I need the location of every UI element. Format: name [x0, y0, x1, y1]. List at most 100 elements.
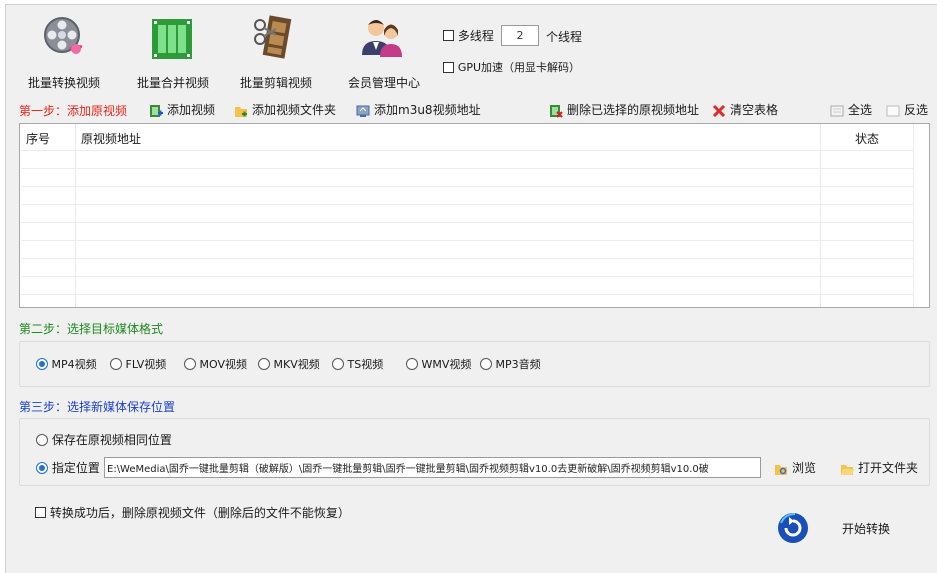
member-center-label: 会员管理中心 — [347, 76, 420, 90]
format-label-mkv: MKV视频 — [273, 358, 320, 371]
format-radio-mp4[interactable] — [36, 358, 48, 370]
add-folder-label: 添加视频文件夹 — [252, 103, 337, 117]
browse-button[interactable]: 浏览 — [774, 459, 816, 476]
folder-open-icon — [840, 462, 854, 476]
table-header-status[interactable]: 状态 — [855, 130, 879, 147]
save-location-group: 保存在原视频相同位置 指定位置 浏览 打开文件夹 — [19, 418, 930, 486]
add-video-icon — [149, 104, 163, 118]
format-label-flv: FLV视频 — [125, 358, 167, 371]
gpu-checkbox[interactable] — [443, 61, 454, 73]
close-icon — [712, 104, 726, 118]
format-radio-flv[interactable] — [110, 358, 122, 370]
table-row — [21, 294, 913, 295]
film-scissors-icon — [254, 15, 292, 59]
table-row — [21, 186, 913, 187]
format-option-ts[interactable]: TS视频 — [332, 356, 383, 372]
delete-video-icon — [549, 104, 563, 118]
format-label-mp3: MP3音频 — [495, 358, 541, 371]
format-label-wmv: WMV视频 — [421, 358, 472, 371]
open-folder-label: 打开文件夹 — [858, 461, 919, 475]
film-strip-icon — [152, 19, 192, 59]
add-m3u8-label: 添加m3u8视频地址 — [374, 103, 481, 117]
multithread-checkbox-row[interactable]: 多线程 — [443, 27, 494, 44]
table-header-index[interactable]: 序号 — [26, 130, 50, 147]
select-all-label: 全选 — [848, 103, 873, 117]
multithread-checkbox[interactable] — [443, 30, 454, 41]
browse-label: 浏览 — [792, 461, 817, 475]
open-folder-button[interactable]: 打开文件夹 — [840, 459, 918, 476]
add-folder-button[interactable]: 添加视频文件夹 — [234, 101, 336, 118]
delete-selected-label: 删除已选择的原视频地址 — [567, 103, 700, 117]
step3-title: 第三步：选择新媒体保存位置 — [19, 400, 176, 414]
format-option-mp3[interactable]: MP3音频 — [480, 356, 541, 372]
batch-edit-label: 批量剪辑视频 — [239, 76, 312, 90]
same-location-label: 保存在原视频相同位置 — [51, 433, 172, 447]
format-label-mp4: MP4视频 — [51, 358, 97, 371]
video-table[interactable]: 序号 原视频地址 状态 — [19, 123, 930, 308]
save-path-input[interactable] — [104, 457, 761, 478]
table-row — [21, 258, 913, 259]
format-option-mp4[interactable]: MP4视频 — [36, 356, 97, 372]
format-radio-wmv[interactable] — [406, 358, 418, 370]
invert-icon — [886, 104, 900, 118]
invert-selection-button[interactable]: 反选 — [886, 101, 928, 118]
gpu-label: GPU加速（用显卡解码） — [457, 61, 581, 74]
batch-convert-button[interactable]: 批量转换视频 — [26, 11, 102, 90]
table-row — [21, 204, 913, 205]
start-convert-label: 开始转换 — [842, 522, 891, 536]
table-row — [21, 240, 913, 241]
add-m3u8-button[interactable]: 添加m3u8视频地址 — [356, 101, 481, 118]
column-divider — [820, 124, 821, 307]
member-center-button[interactable]: 会员管理中心 — [344, 11, 424, 90]
format-option-wmv[interactable]: WMV视频 — [406, 356, 471, 372]
same-location-radio[interactable] — [36, 433, 48, 446]
format-option-mkv[interactable]: MKV视频 — [258, 356, 320, 372]
thread-count-input[interactable] — [501, 25, 539, 46]
invert-label: 反选 — [904, 103, 929, 117]
format-radio-mkv[interactable] — [258, 358, 270, 370]
format-label-mov: MOV视频 — [199, 358, 247, 371]
step2-title: 第二步：选择目标媒体格式 — [19, 322, 164, 336]
table-row — [21, 222, 913, 223]
table-row — [21, 150, 913, 151]
film-reel-icon — [44, 17, 83, 54]
table-row — [21, 276, 913, 277]
select-all-button[interactable]: 全选 — [830, 101, 872, 118]
format-label-ts: TS视频 — [347, 358, 384, 371]
custom-location-option[interactable]: 指定位置 — [36, 459, 100, 476]
format-radio-ts[interactable] — [332, 358, 344, 370]
format-radio-mov[interactable] — [184, 358, 196, 370]
delete-selected-button[interactable]: 删除已选择的原视频地址 — [549, 101, 699, 118]
custom-location-label: 指定位置 — [51, 461, 100, 475]
start-convert-button[interactable]: 开始转换 — [776, 511, 906, 547]
delete-after-checkbox[interactable] — [35, 507, 46, 518]
clear-table-label: 清空表格 — [730, 103, 779, 117]
refresh-icon — [778, 513, 808, 543]
batch-merge-label: 批量合并视频 — [136, 76, 209, 90]
users-icon — [362, 20, 402, 57]
step1-title: 第一步：添加原视频 — [19, 104, 128, 118]
link-icon — [356, 104, 370, 118]
format-option-flv[interactable]: FLV视频 — [110, 356, 166, 372]
format-option-mov[interactable]: MOV视频 — [184, 356, 247, 372]
thread-unit-label: 个线程 — [546, 30, 583, 44]
table-header-path[interactable]: 原视频地址 — [81, 130, 141, 147]
column-divider — [913, 124, 914, 307]
delete-after-row[interactable]: 转换成功后，删除原视频文件（删除后的文件不能恢复） — [35, 504, 350, 521]
add-video-label: 添加视频 — [167, 103, 216, 117]
clear-table-button[interactable]: 清空表格 — [712, 101, 778, 118]
folder-add-icon — [234, 104, 248, 118]
column-divider — [75, 124, 76, 307]
custom-location-radio[interactable] — [36, 461, 48, 474]
add-video-button[interactable]: 添加视频 — [149, 101, 215, 118]
delete-after-label: 转换成功后，删除原视频文件（删除后的文件不能恢复） — [49, 506, 350, 520]
multithread-label: 多线程 — [457, 29, 494, 43]
format-radio-mp3[interactable] — [480, 358, 492, 370]
same-location-option[interactable]: 保存在原视频相同位置 — [36, 431, 172, 448]
batch-edit-button[interactable]: 批量剪辑视频 — [236, 11, 316, 90]
format-group: MP4视频 FLV视频 MOV视频 MKV视频 TS视频 WMV视频 MP3音频 — [19, 341, 930, 387]
batch-merge-button[interactable]: 批量合并视频 — [130, 11, 216, 90]
gpu-checkbox-row[interactable]: GPU加速（用显卡解码） — [443, 59, 580, 75]
select-all-icon — [830, 104, 844, 118]
folder-search-icon — [774, 462, 788, 476]
